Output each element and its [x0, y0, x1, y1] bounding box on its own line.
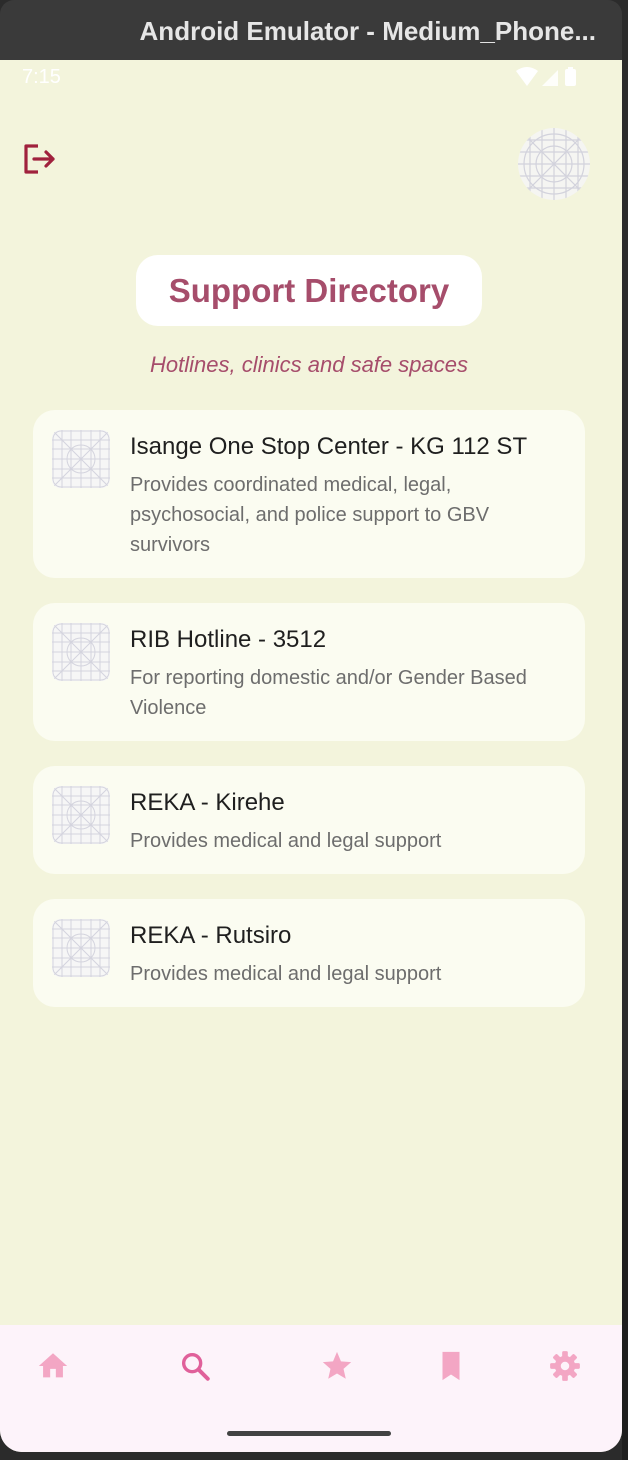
placeholder-image-icon — [52, 786, 110, 844]
placeholder-image-icon — [52, 919, 110, 977]
star-icon — [322, 1351, 352, 1379]
status-icons — [516, 66, 578, 88]
card-title: RIB Hotline - 3512 — [130, 626, 327, 653]
status-bar: 7:15 — [0, 60, 622, 94]
logout-icon — [24, 144, 55, 174]
card-description: Provides coordinated medical, legal, psy… — [130, 474, 490, 556]
card-description: Provides medical and legal support — [130, 963, 442, 985]
directory-card[interactable]: REKA - Kirehe Provides medical and legal… — [33, 766, 585, 874]
card-title: REKA - Kirehe — [130, 789, 285, 816]
page-title: Support Directory — [136, 255, 482, 326]
battery-icon — [565, 67, 576, 86]
placeholder-image-icon — [52, 623, 110, 681]
nav-favorites-button[interactable] — [320, 1349, 354, 1383]
card-description: For reporting domestic and/or Gender Bas… — [130, 667, 527, 719]
status-time: 7:15 — [22, 66, 61, 88]
profile-avatar[interactable] — [518, 128, 590, 200]
bookmark-icon — [442, 1351, 460, 1381]
card-title: REKA - Rutsiro — [130, 922, 292, 949]
nav-bookmarks-button[interactable] — [434, 1349, 468, 1383]
card-description: Provides medical and legal support — [130, 830, 442, 852]
home-icon — [38, 1353, 68, 1378]
nav-search-button[interactable] — [178, 1349, 212, 1383]
app-screen: 7:15 Support Directory Hotlines, clinics… — [0, 60, 622, 1452]
emulator-window-title: Android Emulator - Medium_Phone... — [0, 0, 622, 60]
gesture-home-bar[interactable] — [227, 1431, 391, 1436]
nav-settings-button[interactable] — [548, 1349, 582, 1383]
placeholder-image-icon — [52, 430, 110, 488]
signal-icon — [542, 70, 558, 86]
search-icon — [181, 1352, 210, 1381]
wifi-icon — [516, 67, 538, 86]
directory-card[interactable]: REKA - Rutsiro Provides medical and lega… — [33, 899, 585, 1007]
placeholder-image-icon — [518, 128, 590, 200]
nav-home-button[interactable] — [36, 1349, 70, 1383]
emulator-side-edge — [622, 1090, 628, 1460]
directory-card[interactable]: RIB Hotline - 3512 For reporting domesti… — [33, 603, 585, 741]
page-subtitle: Hotlines, clinics and safe spaces — [150, 352, 468, 377]
logout-button[interactable] — [20, 140, 58, 178]
settings-icon — [550, 1351, 580, 1381]
card-title: Isange One Stop Center - KG 112 ST — [130, 433, 528, 460]
directory-card[interactable]: Isange One Stop Center - KG 112 ST Provi… — [33, 410, 585, 578]
